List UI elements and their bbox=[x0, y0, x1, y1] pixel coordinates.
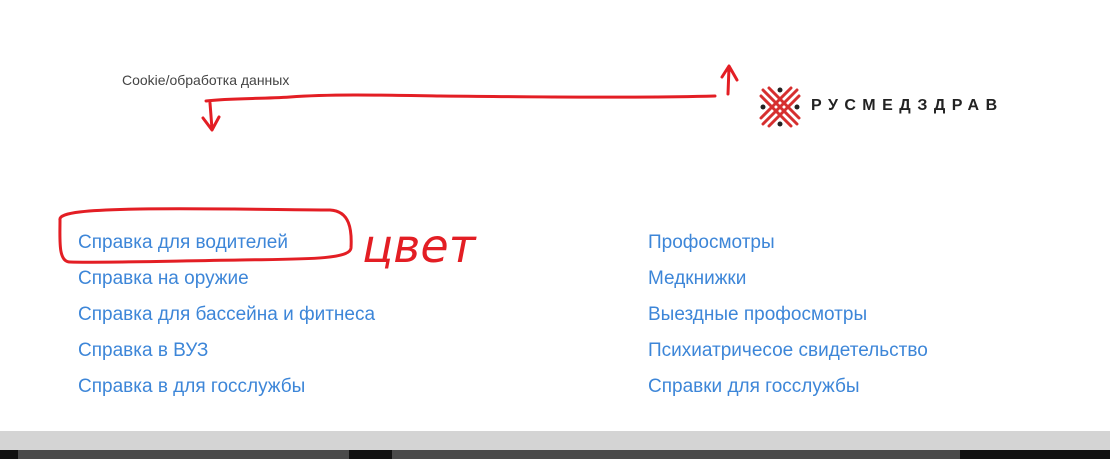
scrollbar-segment bbox=[0, 450, 18, 459]
annotation-handwritten-text: цвет bbox=[362, 219, 477, 273]
link-psychiatric-certificate[interactable]: Психиатричесое свидетельство bbox=[648, 340, 928, 361]
list-item: Профосмотры bbox=[648, 225, 928, 261]
left-link-list: Справка для водителей Справка на оружие … bbox=[78, 225, 375, 405]
scrollbar-segment bbox=[349, 450, 392, 459]
logo-emblem-icon bbox=[759, 86, 801, 128]
list-item: Справка на оружие bbox=[78, 261, 375, 297]
annotation-arrow-line bbox=[204, 93, 717, 103]
page-bottom-band bbox=[0, 431, 1110, 450]
list-item: Медкнижки bbox=[648, 261, 928, 297]
link-university-certificate[interactable]: Справка в ВУЗ bbox=[78, 340, 208, 361]
bottom-scrollbar[interactable] bbox=[0, 450, 1110, 459]
link-onsite-checkups[interactable]: Выездные профосмотры bbox=[648, 304, 867, 325]
annotation-arrow-up-head bbox=[720, 64, 739, 96]
list-item: Выездные профосмотры bbox=[648, 297, 928, 333]
link-civil-service-certificates[interactable]: Справки для госслужбы bbox=[648, 376, 860, 397]
cookie-policy-link[interactable]: Cookie/обработка данных bbox=[122, 72, 289, 88]
scrollbar-segment bbox=[960, 450, 1110, 459]
list-item: Справка в для госслужбы bbox=[78, 369, 375, 405]
list-item: Справка для водителей bbox=[78, 225, 375, 261]
site-logo[interactable]: РУСМЕДЗДРАВ bbox=[757, 82, 1004, 130]
link-civil-service-certificate[interactable]: Справка в для госслужбы bbox=[78, 376, 305, 397]
list-item: Справка в ВУЗ bbox=[78, 333, 375, 369]
link-weapon-certificate[interactable]: Справка на оружие bbox=[78, 268, 249, 289]
right-link-list: Профосмотры Медкнижки Выездные профосмот… bbox=[648, 225, 928, 405]
list-item: Справки для госслужбы bbox=[648, 369, 928, 405]
link-pool-fitness-certificate[interactable]: Справка для бассейна и фитнеса bbox=[78, 304, 375, 325]
link-drivers-certificate[interactable]: Справка для водителей bbox=[78, 232, 288, 253]
list-item: Справка для бассейна и фитнеса bbox=[78, 297, 375, 333]
list-item: Психиатричесое свидетельство bbox=[648, 333, 928, 369]
annotation-arrow-down-head bbox=[201, 101, 221, 132]
logo-text: РУСМЕДЗДРАВ bbox=[811, 97, 1004, 114]
link-medical-books[interactable]: Медкнижки bbox=[648, 268, 746, 289]
link-checkups[interactable]: Профосмотры bbox=[648, 232, 775, 253]
